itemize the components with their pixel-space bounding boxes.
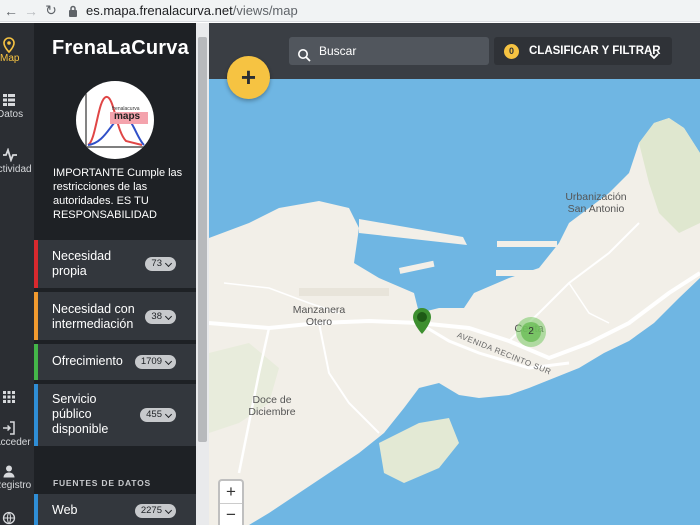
rail-label-actividad: Actividad [0,164,32,175]
browser-address-bar: ← → ↻ es.mapa.frenalacurva.net/views/map [0,0,700,22]
scrollbar-thumb[interactable] [198,37,207,442]
url-host: es.mapa.frenalacurva.net [86,3,233,18]
rail-item-actividad[interactable]: Actividad [0,147,34,175]
filter-count-badge: 0 [504,44,519,59]
user-icon [0,464,34,480]
rail-item-datos[interactable]: Datos [0,93,34,120]
rail-item-apps[interactable] [0,390,34,406]
category-count-badge[interactable]: 455 [140,408,176,422]
map-topbar: Buscar 0 CLASIFICAR Y FILTRAR [209,23,700,79]
category-label: Necesidad propia [52,249,112,278]
search-input[interactable]: Buscar [289,37,489,65]
brand-title: FrenaLaCurva [52,37,189,59]
map-canvas[interactable] [209,23,700,525]
category-label: Servicio público disponible [52,392,109,436]
list-icon [0,93,34,109]
map-view[interactable]: Urbanización San Antonio Manzanera Otero… [209,23,700,525]
map-label-manzanera: Manzanera Otero [284,304,354,328]
zoom-out-button[interactable]: − [220,504,242,525]
map-label-line: Urbanización [565,191,627,203]
map-label-line: Diciembre [248,406,296,418]
rail-label-map: Map [0,53,20,64]
sidebar-scrollbar[interactable] [196,23,209,525]
rail-item-acceder[interactable]: Acceder [0,421,34,448]
activity-icon [0,147,34,164]
category-ofrecimiento[interactable]: Ofrecimiento 1709 [34,344,196,380]
rail-label-acceder: Acceder [0,437,31,448]
icon-rail: Map Datos Actividad Acceder Registro [0,23,34,525]
zoom-in-button[interactable]: + [220,481,242,504]
map-label-doce-diciembre: Doce de Diciembre [242,394,302,418]
category-necesidad-intermediacion[interactable]: Necesidad con intermediación 38 [34,292,196,340]
category-count-badge[interactable]: 38 [145,310,176,324]
important-notice: IMPORTANTE Cumple las restricciones de l… [53,167,183,221]
search-icon [297,44,311,62]
back-arrow-icon[interactable]: ← [2,2,20,20]
category-necesidad-propia[interactable]: Necesidad propia 73 [34,240,196,288]
logo-caption: maps [114,111,141,122]
search-placeholder: Buscar [319,44,357,58]
logo: frenalacurva maps [76,81,154,159]
category-servicio-publico[interactable]: Servicio público disponible 455 [34,384,196,446]
map-label-line: Otero [305,316,333,328]
map-pin-icon [0,37,34,54]
rail-label-registro: Registro [0,480,32,491]
map-label-line: San Antonio [567,203,625,215]
category-label: Ofrecimiento [52,354,123,368]
sidebar-panel: FrenaLaCurva frenalacurva maps IMPORTANT… [34,23,196,525]
filter-button[interactable]: 0 CLASIFICAR Y FILTRAR [494,37,672,65]
filter-label: CLASIFICAR Y FILTRAR [529,45,661,57]
map-label-line: Doce de [252,394,292,406]
add-button[interactable]: + [227,56,270,99]
source-label: Web [52,503,78,517]
map-label-line: Manzanera [292,304,346,316]
source-web[interactable]: Web 2275 [34,494,196,525]
map-cluster[interactable]: 2 [516,317,546,347]
login-icon [0,421,34,437]
category-label: Necesidad con intermediación [52,302,135,331]
reload-icon[interactable]: ↻ [42,2,60,20]
url-path: /views/map [232,3,298,18]
map-label-urbanizacion: Urbanización San Antonio [561,191,631,215]
url-field[interactable]: es.mapa.frenalacurva.net/views/map [86,3,298,18]
chevron-down-icon [648,45,660,60]
grid-icon [0,390,34,406]
lock-icon [66,4,80,18]
source-count-badge[interactable]: 2275 [134,504,176,518]
rail-item-registro[interactable]: Registro [0,464,34,491]
zoom-control: + − [218,479,244,525]
rail-label-datos: Datos [0,109,24,120]
forward-arrow-icon[interactable]: → [22,2,40,20]
category-count-badge[interactable]: 1709 [134,355,176,369]
sources-section-title: FUENTES DE DATOS [53,478,151,488]
rail-item-map[interactable]: Map [0,37,34,64]
map-cluster-count[interactable]: 2 [521,322,541,342]
category-count-badge[interactable]: 73 [145,257,176,271]
